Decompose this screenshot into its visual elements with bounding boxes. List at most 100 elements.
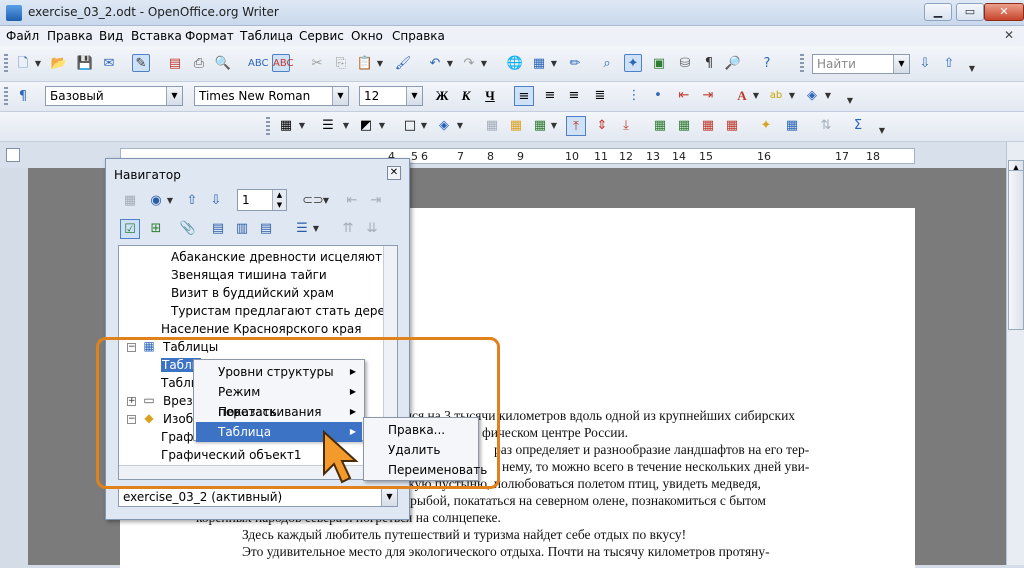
increase-indent-icon[interactable]: ⇥ bbox=[698, 86, 718, 106]
redo-dropdown-icon[interactable]: ▼ bbox=[480, 55, 488, 73]
page-spinner[interactable]: 1 ▲ ▼ bbox=[237, 189, 287, 211]
save-icon[interactable]: 💾 bbox=[76, 55, 94, 73]
chevron-down-icon[interactable]: ▼ bbox=[381, 488, 397, 506]
optimize-icon[interactable]: ▦ bbox=[530, 116, 550, 136]
navigation-dropdown-icon[interactable]: ▼ bbox=[166, 192, 174, 210]
auto-spellcheck-icon[interactable]: ABC bbox=[272, 54, 294, 72]
italic-button[interactable]: К bbox=[456, 86, 476, 106]
table-dropdown-icon[interactable]: ▼ bbox=[298, 117, 306, 135]
zoom-icon[interactable]: 🔎 bbox=[724, 55, 742, 73]
tree-item[interactable]: Население Красноярского края bbox=[161, 322, 361, 336]
header-icon[interactable]: 📎 bbox=[178, 219, 198, 239]
drag-mode-dropdown-icon[interactable]: ▼ bbox=[322, 192, 330, 210]
menu-help[interactable]: Справка bbox=[392, 29, 445, 43]
menu-edit[interactable]: Правка bbox=[47, 29, 93, 43]
heading-levels-icon[interactable]: ☰ bbox=[292, 219, 312, 239]
table-background-icon[interactable]: ◈ bbox=[434, 116, 454, 136]
border-color-icon[interactable]: ◩ bbox=[356, 116, 376, 136]
maximize-button[interactable]: ▭ bbox=[956, 3, 984, 21]
spellcheck-icon[interactable]: ABC bbox=[248, 55, 269, 73]
underline-button[interactable]: Ч bbox=[480, 86, 500, 106]
find-next-icon[interactable]: ⇩ bbox=[916, 55, 934, 73]
sum-icon[interactable]: Σ bbox=[848, 116, 868, 136]
align-right-icon[interactable]: ≡ bbox=[564, 86, 584, 106]
toolbar-overflow-icon[interactable]: ▼ bbox=[878, 122, 886, 140]
print-preview-icon[interactable]: 🔍 bbox=[214, 55, 232, 73]
find-dropdown[interactable]: ▼ bbox=[892, 54, 910, 74]
tab-stop-selector[interactable] bbox=[6, 148, 20, 162]
font-color-dropdown-icon[interactable]: ▼ bbox=[752, 87, 760, 105]
demote-level-icon[interactable]: ⇥ bbox=[366, 191, 386, 211]
menu-table[interactable]: Таблица bbox=[240, 29, 293, 43]
content-view-icon[interactable]: ☑ bbox=[120, 219, 140, 239]
table-dropdown-icon[interactable]: ▼ bbox=[550, 55, 558, 73]
drag-mode-icon[interactable]: ⊂⊃ bbox=[302, 191, 324, 211]
scroll-thumb[interactable] bbox=[1008, 170, 1024, 330]
chevron-down-icon[interactable]: ▼ bbox=[406, 87, 422, 105]
bullets-icon[interactable]: • bbox=[648, 86, 668, 106]
navigator-icon[interactable]: ✦ bbox=[624, 54, 642, 72]
table-background-dropdown-icon[interactable]: ▼ bbox=[456, 117, 464, 135]
toolbar-grip[interactable] bbox=[266, 117, 270, 137]
background-dropdown-icon[interactable]: ▼ bbox=[824, 87, 832, 105]
help-icon[interactable]: ? bbox=[758, 55, 776, 73]
find-replace-icon[interactable]: ⌕ bbox=[598, 55, 616, 73]
align-left-icon[interactable]: ≡ bbox=[514, 86, 534, 106]
minimize-button[interactable]: ▁ bbox=[924, 3, 952, 21]
gallery-icon[interactable]: ▣ bbox=[650, 55, 668, 73]
heading-levels-dropdown-icon[interactable]: ▼ bbox=[312, 220, 320, 238]
highlighting-dropdown-icon[interactable]: ▼ bbox=[788, 87, 796, 105]
align-bottom-icon[interactable]: ⤓ bbox=[616, 116, 636, 136]
anchor-text-icon[interactable]: ▥ bbox=[232, 219, 252, 239]
sort-icon[interactable]: ⇅ bbox=[816, 116, 836, 136]
navigation-icon[interactable]: ◉ bbox=[146, 191, 166, 211]
navigator-close-button[interactable]: ✕ bbox=[387, 166, 401, 180]
spin-up-icon[interactable]: ▲ bbox=[272, 190, 286, 200]
data-sources-icon[interactable]: ⛁ bbox=[676, 55, 694, 73]
copy-icon[interactable]: ⎘ bbox=[332, 55, 350, 73]
list-box-icon[interactable]: ▤ bbox=[256, 219, 276, 239]
tree-item[interactable]: Туристам предлагают стать деревенск bbox=[171, 304, 397, 318]
new-dropdown-icon[interactable]: ▼ bbox=[34, 55, 42, 73]
borders-dropdown-icon[interactable]: ▼ bbox=[420, 117, 428, 135]
find-previous-icon[interactable]: ⇧ bbox=[940, 55, 958, 73]
menu-format[interactable]: Формат bbox=[185, 29, 234, 43]
chevron-down-icon[interactable]: ▼ bbox=[166, 87, 182, 105]
border-style-dropdown-icon[interactable]: ▼ bbox=[342, 117, 350, 135]
split-cells-icon[interactable]: ▦ bbox=[506, 116, 526, 136]
border-style-icon[interactable]: ☰ bbox=[318, 116, 338, 136]
paragraph-style-combo[interactable]: Базовый ▼ bbox=[45, 86, 183, 106]
formatting-marks-icon[interactable]: ¶ bbox=[700, 55, 718, 73]
next-icon[interactable]: ⇩ bbox=[206, 191, 226, 211]
redo-icon[interactable]: ↷ bbox=[460, 55, 478, 73]
show-draw-functions-icon[interactable]: ✏ bbox=[566, 55, 584, 73]
promote-level-icon[interactable]: ⇤ bbox=[342, 191, 362, 211]
optimize-dropdown-icon[interactable]: ▼ bbox=[550, 117, 558, 135]
print-icon[interactable]: ⎙ bbox=[190, 55, 208, 73]
menu-file[interactable]: Файл bbox=[6, 29, 39, 43]
hyperlink-icon[interactable]: 🌐 bbox=[506, 55, 524, 73]
toolbar-grip[interactable] bbox=[4, 87, 8, 107]
insert-row-icon[interactable]: ▦ bbox=[650, 116, 670, 136]
promote-chapter-icon[interactable]: ⇈ bbox=[338, 219, 358, 239]
demote-chapter-icon[interactable]: ⇊ bbox=[362, 219, 382, 239]
undo-icon[interactable]: ↶ bbox=[426, 55, 444, 73]
menu-tools[interactable]: Сервис bbox=[299, 29, 344, 43]
close-button[interactable]: ✕ bbox=[984, 3, 1024, 21]
toolbar-grip[interactable] bbox=[800, 54, 804, 74]
set-reminder-icon[interactable]: ⊞ bbox=[146, 219, 166, 239]
menu-window[interactable]: Окно bbox=[351, 29, 383, 43]
align-center-icon[interactable]: ≡ bbox=[540, 86, 560, 106]
email-icon[interactable]: ✉ bbox=[100, 55, 118, 73]
border-color-dropdown-icon[interactable]: ▼ bbox=[378, 117, 386, 135]
styles-formatting-icon[interactable]: ¶ bbox=[14, 88, 32, 106]
chevron-down-icon[interactable]: ▼ bbox=[332, 87, 348, 105]
table-properties-icon[interactable]: ▦ bbox=[782, 116, 802, 136]
menu-view[interactable]: Вид bbox=[99, 29, 123, 43]
font-color-icon[interactable]: A bbox=[732, 86, 752, 106]
toolbar-overflow-icon[interactable]: ▼ bbox=[968, 60, 976, 78]
export-pdf-icon[interactable]: ▤ bbox=[166, 55, 184, 73]
menu-insert[interactable]: Вставка bbox=[131, 29, 182, 43]
delete-column-icon[interactable]: ▦ bbox=[722, 116, 742, 136]
numbering-icon[interactable]: ⋮ bbox=[624, 86, 644, 106]
